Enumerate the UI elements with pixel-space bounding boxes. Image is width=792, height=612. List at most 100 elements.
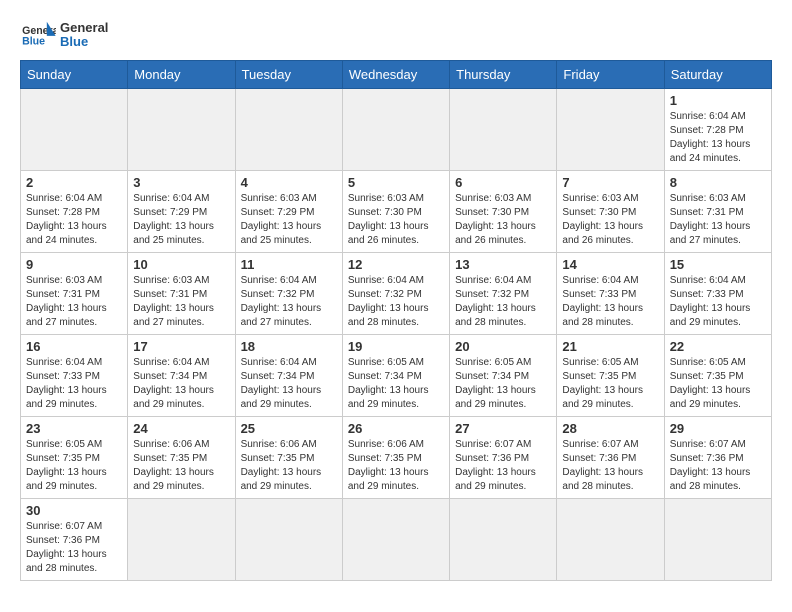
calendar-cell: 25 Sunrise: 6:06 AM Sunset: 7:35 PM Dayli…: [235, 417, 342, 499]
day-number: 15: [670, 257, 766, 272]
day-number: 11: [241, 257, 337, 272]
day-info: Sunrise: 6:04 AM Sunset: 7:32 PM Dayligh…: [455, 274, 551, 330]
day-number: 3: [133, 175, 229, 190]
day-number: 26: [348, 421, 444, 436]
calendar-cell: [128, 89, 235, 171]
day-number: 21: [562, 339, 658, 354]
day-number: 12: [348, 257, 444, 272]
day-number: 10: [133, 257, 229, 272]
calendar-week-1: 1 Sunrise: 6:04 AM Sunset: 7:28 PM Daylig…: [21, 89, 772, 171]
day-info: Sunrise: 6:04 AM Sunset: 7:32 PM Dayligh…: [348, 274, 444, 330]
calendar-cell: 21 Sunrise: 6:05 AM Sunset: 7:35 PM Dayli…: [557, 335, 664, 417]
day-header-sunday: Sunday: [21, 61, 128, 89]
day-number: 24: [133, 421, 229, 436]
calendar-cell: 14Sunrise: 6:04 AM Sunset: 7:33 PM Dayli…: [557, 253, 664, 335]
day-header-wednesday: Wednesday: [342, 61, 449, 89]
day-info: Sunrise: 6:04 AM Sunset: 7:33 PM Dayligh…: [26, 356, 122, 412]
calendar-cell: 5Sunrise: 6:03 AM Sunset: 7:30 PM Daylig…: [342, 171, 449, 253]
logo-blue-text: Blue: [60, 34, 88, 49]
day-info: Sunrise: 6:05 AM Sunset: 7:35 PM Dayligh…: [670, 356, 766, 412]
svg-text:Blue: Blue: [22, 36, 45, 48]
calendar-cell: 8 Sunrise: 6:03 AM Sunset: 7:31 PM Daylig…: [664, 171, 771, 253]
day-number: 30: [26, 503, 122, 518]
day-number: 13: [455, 257, 551, 272]
day-number: 5: [348, 175, 444, 190]
calendar-cell: 13 Sunrise: 6:04 AM Sunset: 7:32 PM Dayli…: [450, 253, 557, 335]
calendar-cell: 16 Sunrise: 6:04 AM Sunset: 7:33 PM Dayli…: [21, 335, 128, 417]
day-header-thursday: Thursday: [450, 61, 557, 89]
calendar-cell: [342, 499, 449, 581]
calendar-cell: 2 Sunrise: 6:04 AM Sunset: 7:28 PM Daylig…: [21, 171, 128, 253]
calendar-cell: [557, 499, 664, 581]
day-number: 25: [241, 421, 337, 436]
day-number: 18: [241, 339, 337, 354]
day-number: 2: [26, 175, 122, 190]
calendar-cell: [235, 89, 342, 171]
day-info: Sunrise: 6:06 AM Sunset: 7:35 PM Dayligh…: [133, 438, 229, 494]
day-number: 22: [670, 339, 766, 354]
day-info: Sunrise: 6:07 AM Sunset: 7:36 PM Dayligh…: [455, 438, 551, 494]
calendar-cell: 10 Sunrise: 6:03 AM Sunset: 7:31 PM Dayli…: [128, 253, 235, 335]
day-info: Sunrise: 6:05 AM Sunset: 7:34 PM Dayligh…: [455, 356, 551, 412]
calendar-header-row: SundayMondayTuesdayWednesdayThursdayFrid…: [21, 61, 772, 89]
day-number: 27: [455, 421, 551, 436]
calendar-cell: 4 Sunrise: 6:03 AM Sunset: 7:29 PM Daylig…: [235, 171, 342, 253]
day-info: Sunrise: 6:07 AM Sunset: 7:36 PM Dayligh…: [26, 520, 122, 576]
day-info: Sunrise: 6:07 AM Sunset: 7:36 PM Dayligh…: [562, 438, 658, 494]
day-info: Sunrise: 6:03 AM Sunset: 7:31 PM Dayligh…: [133, 274, 229, 330]
day-info: Sunrise: 6:04 AM Sunset: 7:33 PM Dayligh…: [562, 274, 658, 330]
day-header-monday: Monday: [128, 61, 235, 89]
calendar-week-6: 30 Sunrise: 6:07 AM Sunset: 7:36 PM Dayli…: [21, 499, 772, 581]
day-info: Sunrise: 6:07 AM Sunset: 7:36 PM Dayligh…: [670, 438, 766, 494]
calendar-cell: [235, 499, 342, 581]
day-number: 4: [241, 175, 337, 190]
day-info: Sunrise: 6:05 AM Sunset: 7:35 PM Dayligh…: [562, 356, 658, 412]
calendar-cell: 29 Sunrise: 6:07 AM Sunset: 7:36 PM Dayli…: [664, 417, 771, 499]
day-number: 29: [670, 421, 766, 436]
day-number: 28: [562, 421, 658, 436]
day-info: Sunrise: 6:06 AM Sunset: 7:35 PM Dayligh…: [241, 438, 337, 494]
day-info: Sunrise: 6:04 AM Sunset: 7:32 PM Dayligh…: [241, 274, 337, 330]
calendar-cell: [128, 499, 235, 581]
day-info: Sunrise: 6:05 AM Sunset: 7:34 PM Dayligh…: [348, 356, 444, 412]
calendar-week-2: 2 Sunrise: 6:04 AM Sunset: 7:28 PM Daylig…: [21, 171, 772, 253]
calendar-cell: 28 Sunrise: 6:07 AM Sunset: 7:36 PM Dayli…: [557, 417, 664, 499]
calendar-cell: [450, 89, 557, 171]
day-info: Sunrise: 6:03 AM Sunset: 7:29 PM Dayligh…: [241, 192, 337, 248]
calendar-cell: 23Sunrise: 6:05 AM Sunset: 7:35 PM Dayli…: [21, 417, 128, 499]
calendar-cell: [557, 89, 664, 171]
calendar-cell: 11 Sunrise: 6:04 AM Sunset: 7:32 PM Dayli…: [235, 253, 342, 335]
calendar-cell: [450, 499, 557, 581]
day-info: Sunrise: 6:03 AM Sunset: 7:30 PM Dayligh…: [562, 192, 658, 248]
day-header-saturday: Saturday: [664, 61, 771, 89]
day-header-tuesday: Tuesday: [235, 61, 342, 89]
day-header-friday: Friday: [557, 61, 664, 89]
day-number: 8: [670, 175, 766, 190]
day-number: 23: [26, 421, 122, 436]
calendar-cell: 15 Sunrise: 6:04 AM Sunset: 7:33 PM Dayli…: [664, 253, 771, 335]
day-info: Sunrise: 6:04 AM Sunset: 7:34 PM Dayligh…: [133, 356, 229, 412]
day-number: 9: [26, 257, 122, 272]
day-number: 16: [26, 339, 122, 354]
calendar-cell: 12 Sunrise: 6:04 AM Sunset: 7:32 PM Dayli…: [342, 253, 449, 335]
calendar-week-4: 16 Sunrise: 6:04 AM Sunset: 7:33 PM Dayli…: [21, 335, 772, 417]
calendar: SundayMondayTuesdayWednesdayThursdayFrid…: [20, 60, 772, 581]
calendar-cell: 20Sunrise: 6:05 AM Sunset: 7:34 PM Dayli…: [450, 335, 557, 417]
calendar-cell: 6Sunrise: 6:03 AM Sunset: 7:30 PM Daylig…: [450, 171, 557, 253]
day-info: Sunrise: 6:04 AM Sunset: 7:28 PM Dayligh…: [26, 192, 122, 248]
calendar-cell: 26 Sunrise: 6:06 AM Sunset: 7:35 PM Dayli…: [342, 417, 449, 499]
day-info: Sunrise: 6:06 AM Sunset: 7:35 PM Dayligh…: [348, 438, 444, 494]
day-number: 19: [348, 339, 444, 354]
calendar-cell: 3 Sunrise: 6:04 AM Sunset: 7:29 PM Daylig…: [128, 171, 235, 253]
day-info: Sunrise: 6:04 AM Sunset: 7:34 PM Dayligh…: [241, 356, 337, 412]
day-info: Sunrise: 6:04 AM Sunset: 7:29 PM Dayligh…: [133, 192, 229, 248]
calendar-cell: 19 Sunrise: 6:05 AM Sunset: 7:34 PM Dayli…: [342, 335, 449, 417]
calendar-cell: 17 Sunrise: 6:04 AM Sunset: 7:34 PM Dayli…: [128, 335, 235, 417]
day-info: Sunrise: 6:04 AM Sunset: 7:28 PM Dayligh…: [670, 110, 766, 166]
calendar-cell: 24 Sunrise: 6:06 AM Sunset: 7:35 PM Dayli…: [128, 417, 235, 499]
day-number: 1: [670, 93, 766, 108]
calendar-cell: [342, 89, 449, 171]
day-number: 17: [133, 339, 229, 354]
day-info: Sunrise: 6:04 AM Sunset: 7:33 PM Dayligh…: [670, 274, 766, 330]
day-info: Sunrise: 6:03 AM Sunset: 7:31 PM Dayligh…: [670, 192, 766, 248]
